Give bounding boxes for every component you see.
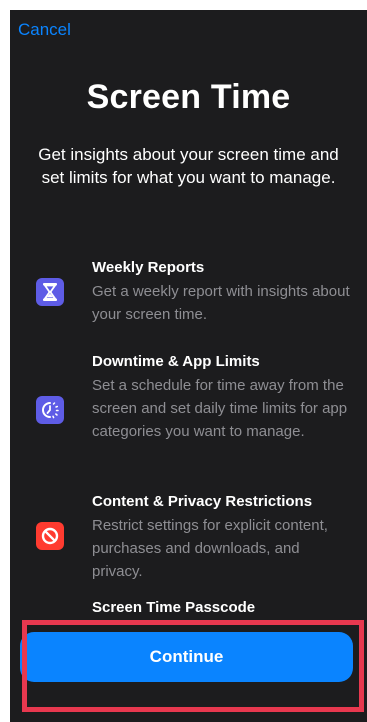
feature-description: Set a schedule for time away from the sc… (92, 377, 348, 440)
feature-description: Restrict settings for explicit content, … (92, 517, 328, 580)
page-title: Screen Time (86, 78, 291, 116)
hourglass-icon (36, 278, 64, 306)
feature-title: Weekly Reports (92, 259, 205, 276)
downtime-icon (36, 396, 64, 424)
screen-time-setup-screen: Cancel Screen Time Get insights about yo… (10, 10, 367, 722)
page-subtitle: Get insights about your screen time and … (38, 145, 339, 187)
continue-button[interactable]: Continue (20, 632, 353, 682)
cancel-button[interactable]: Cancel (18, 20, 71, 40)
feature-title: Content & Privacy Restrictions (92, 493, 313, 510)
feature-title: Downtime & App Limits (92, 353, 260, 370)
feature-description: Get a weekly report with insights about … (92, 283, 350, 323)
restriction-icon (36, 522, 64, 550)
